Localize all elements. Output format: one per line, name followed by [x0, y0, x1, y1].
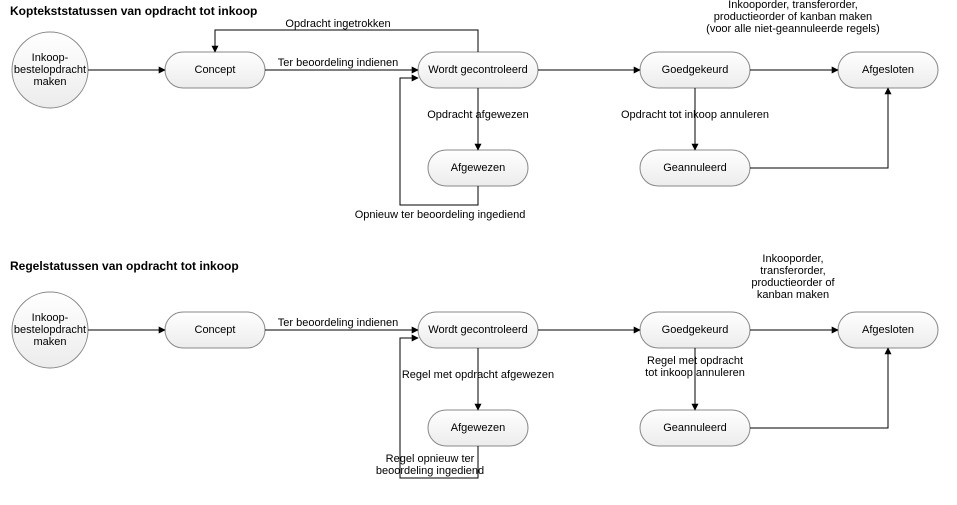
node-top-closed: Afgesloten	[838, 52, 938, 88]
label-bot-rejected-review: Regel opnieuw terbeoordeling ingediend	[376, 453, 484, 477]
node-top-concept: Concept	[165, 52, 265, 88]
svg-text:Wordt gecontroleerd: Wordt gecontroleerd	[428, 64, 527, 76]
node-bot-rejected: Afgewezen	[428, 410, 528, 446]
label-top-approved-closed: Inkooporder, transferorder,productieorde…	[706, 0, 880, 35]
node-bot-review: Wordt gecontroleerd	[418, 312, 538, 348]
svg-text:Geannuleerd: Geannuleerd	[663, 422, 727, 434]
node-bot-start: Inkoop-bestelopdrachtmaken	[12, 292, 88, 368]
label-bot-concept-review: Ter beoordeling indienen	[278, 317, 398, 329]
label-top-concept-review: Ter beoordeling indienen	[278, 57, 398, 69]
edge-top-review-concept	[215, 30, 478, 52]
svg-text:Afgesloten: Afgesloten	[862, 324, 914, 336]
node-bot-approved: Goedgekeurd	[640, 312, 750, 348]
bottom-title: Regelstatussen van opdracht tot inkoop	[10, 259, 239, 273]
label-bot-review-rejected: Regel met opdracht afgewezen	[402, 369, 554, 381]
svg-text:Geannuleerd: Geannuleerd	[663, 162, 727, 174]
svg-text:Concept: Concept	[195, 324, 236, 336]
label-top-review-rejected: Opdracht afgewezen	[427, 109, 529, 121]
svg-text:Afgewezen: Afgewezen	[451, 422, 505, 434]
node-top-rejected: Afgewezen	[428, 150, 528, 186]
svg-text:Goedgekeurd: Goedgekeurd	[662, 64, 729, 76]
svg-text:Concept: Concept	[195, 64, 236, 76]
node-top-review: Wordt gecontroleerd	[418, 52, 538, 88]
svg-text:Afgewezen: Afgewezen	[451, 162, 505, 174]
label-bot-approved-closed: Inkooporder,transferorder,productieorder…	[751, 253, 835, 301]
label-top-approved-canceled: Opdracht tot inkoop annuleren	[621, 109, 769, 121]
label-top-rejected-review: Opnieuw ter beoordeling ingediend	[355, 209, 526, 221]
svg-text:Goedgekeurd: Goedgekeurd	[662, 324, 729, 336]
svg-text:Afgesloten: Afgesloten	[862, 64, 914, 76]
node-top-start: Inkoop-bestelopdrachtmaken	[12, 32, 88, 108]
svg-text:Wordt gecontroleerd: Wordt gecontroleerd	[428, 324, 527, 336]
node-top-approved: Goedgekeurd	[640, 52, 750, 88]
node-bot-canceled: Geannuleerd	[640, 410, 750, 446]
label-bot-approved-canceled: Regel met opdrachttot inkoop annuleren	[645, 355, 745, 379]
label-top-review-concept: Opdracht ingetrokken	[285, 18, 390, 30]
node-top-canceled: Geannuleerd	[640, 150, 750, 186]
edge-top-canceled-closed	[750, 88, 888, 168]
node-bot-closed: Afgesloten	[838, 312, 938, 348]
node-bot-concept: Concept	[165, 312, 265, 348]
edge-bot-canceled-closed	[750, 348, 888, 428]
top-title: Koptekststatussen van opdracht tot inkoo…	[10, 4, 257, 18]
